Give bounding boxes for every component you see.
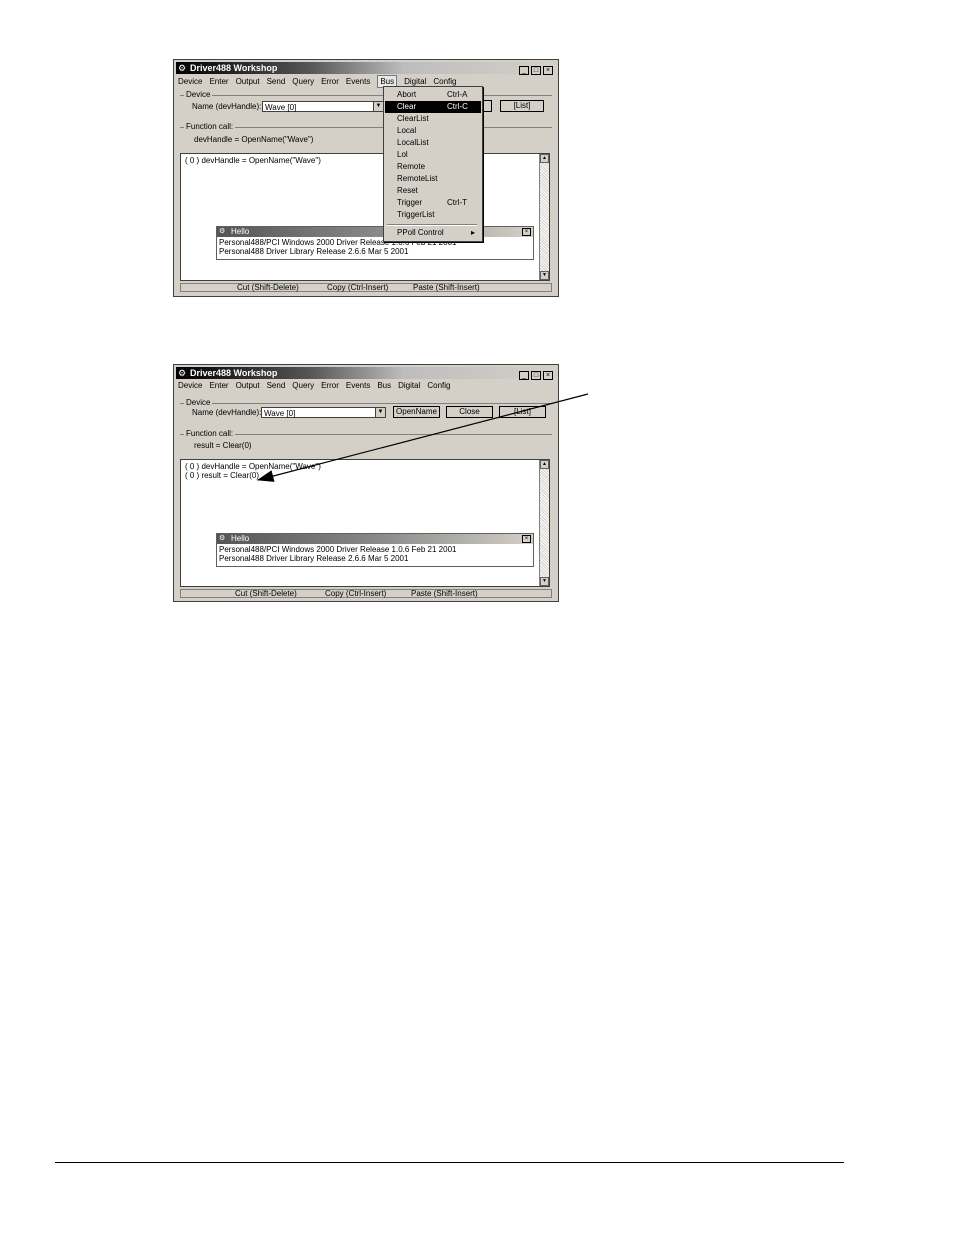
page-footer-rule [55, 1162, 844, 1163]
callout-arrow [256, 393, 589, 482]
